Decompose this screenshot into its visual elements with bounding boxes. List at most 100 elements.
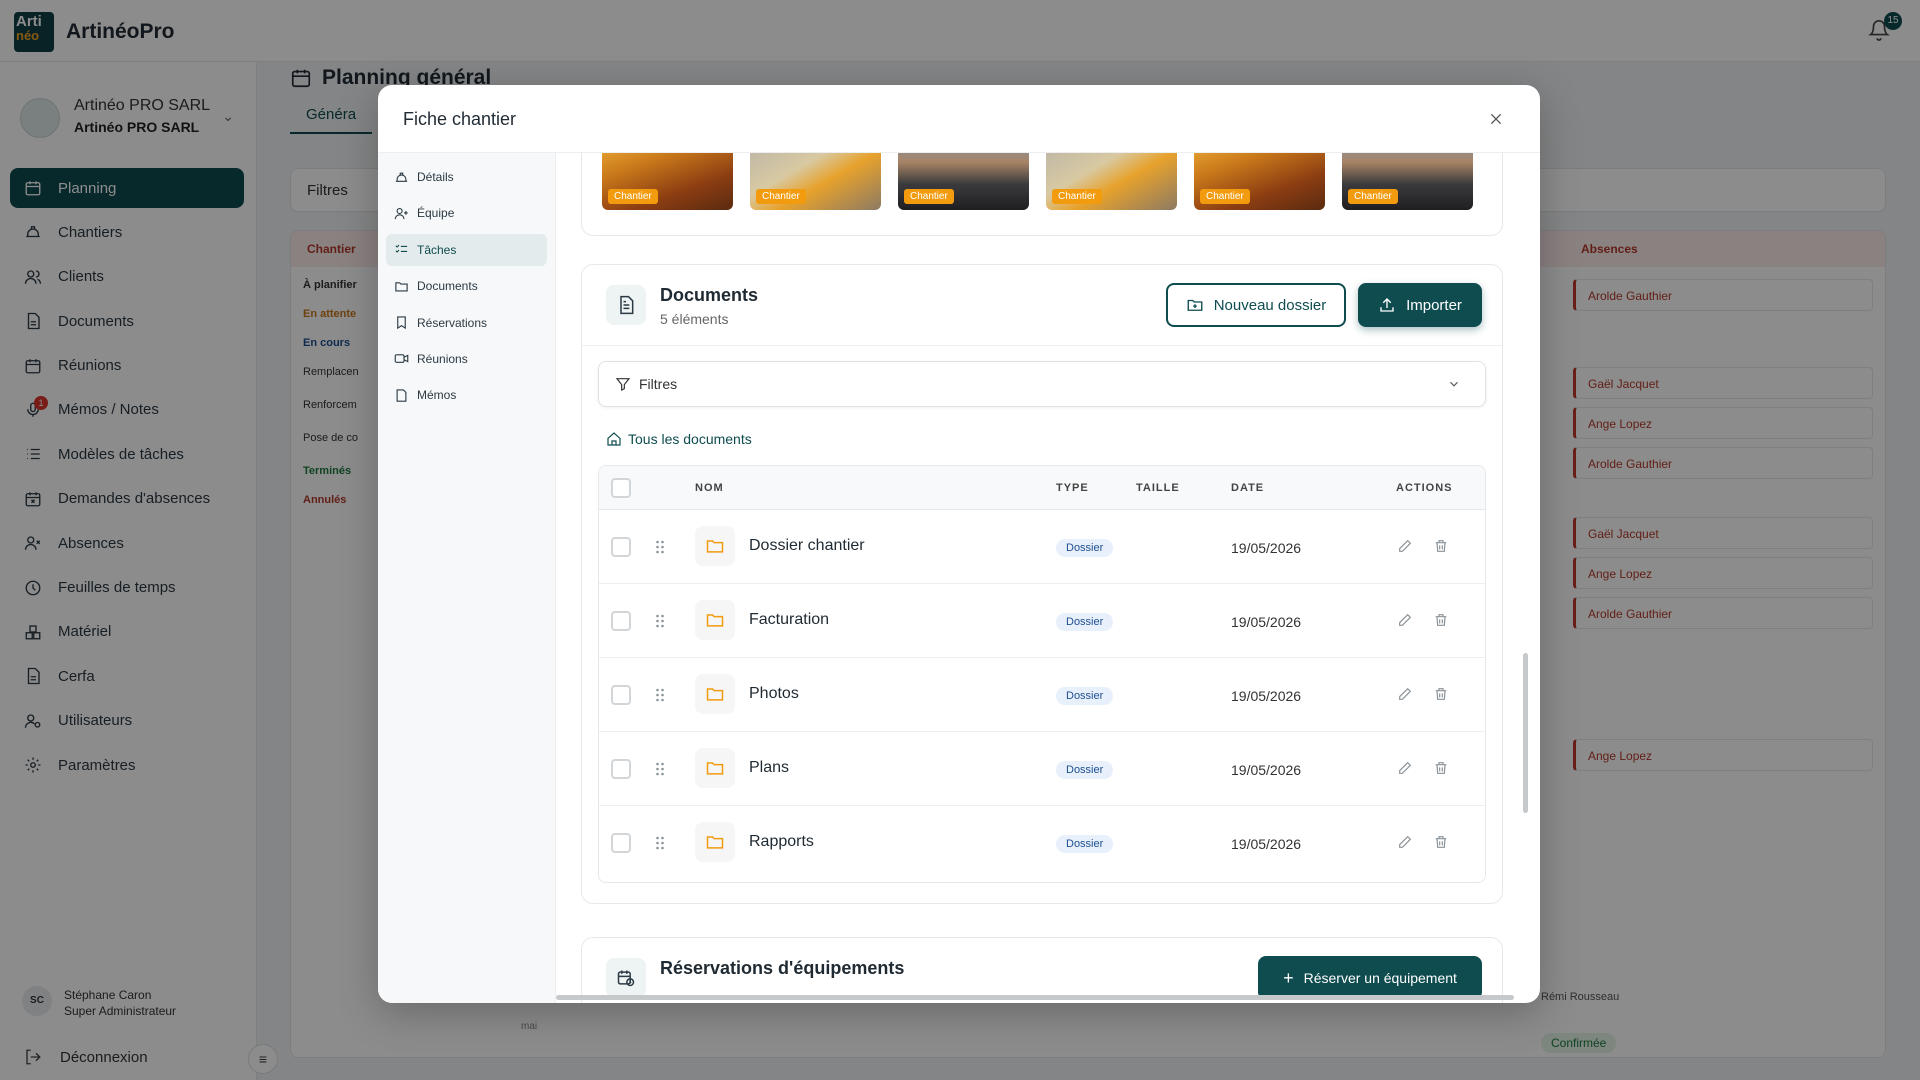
documents-title: Documents bbox=[660, 285, 759, 305]
type-badge: Dossier bbox=[1056, 539, 1114, 557]
modal-tab-memos[interactable]: Mémos bbox=[386, 379, 547, 411]
photo-tag: Chantier bbox=[904, 189, 954, 204]
type-badge: Dossier bbox=[1056, 613, 1114, 631]
modal-nav: Détails Équipe Tâches Documents Réservat… bbox=[378, 153, 556, 1003]
photo-thumbnail[interactable]: Chantier bbox=[602, 153, 733, 210]
user-plus-icon bbox=[394, 207, 408, 220]
modal-tab-documents[interactable]: Documents bbox=[386, 270, 547, 302]
hard-hat-icon bbox=[395, 172, 408, 182]
edit-icon[interactable] bbox=[1397, 612, 1413, 628]
documents-count: 5 éléments bbox=[660, 311, 729, 327]
row-checkbox[interactable] bbox=[611, 685, 631, 705]
edit-icon[interactable] bbox=[1397, 686, 1413, 702]
row-checkbox[interactable] bbox=[611, 759, 631, 779]
documents-filters[interactable]: Filtres bbox=[598, 361, 1486, 407]
photo-thumbnail[interactable]: Chantier bbox=[1342, 153, 1473, 210]
reservations-card: Réservations d'équipements + Réserver un… bbox=[581, 937, 1503, 1003]
home-icon bbox=[607, 432, 621, 446]
column-name[interactable]: NOM bbox=[695, 482, 724, 494]
table-row[interactable]: Dossier chantier Dossier 19/05/2026 bbox=[599, 510, 1485, 584]
row-date: 19/05/2026 bbox=[1231, 762, 1302, 778]
note-icon bbox=[396, 389, 407, 402]
row-name[interactable]: Photos bbox=[749, 685, 799, 703]
new-folder-label: Nouveau dossier bbox=[1213, 296, 1327, 314]
list-checks-icon bbox=[395, 245, 408, 254]
row-date: 19/05/2026 bbox=[1231, 836, 1302, 852]
drag-handle-icon[interactable] bbox=[655, 762, 665, 776]
modal-tab-details[interactable]: Détails bbox=[386, 161, 547, 193]
edit-icon[interactable] bbox=[1397, 538, 1413, 554]
horizontal-scrollbar[interactable] bbox=[556, 995, 1514, 1000]
table-row[interactable]: Rapports Dossier 19/05/2026 bbox=[599, 806, 1485, 880]
calendar-clock-icon bbox=[606, 958, 646, 998]
modal-header: Fiche chantier bbox=[378, 85, 1540, 153]
row-checkbox[interactable] bbox=[611, 611, 631, 631]
column-size[interactable]: TAILLE bbox=[1136, 482, 1180, 494]
drag-handle-icon[interactable] bbox=[655, 614, 665, 628]
filter-icon bbox=[615, 378, 631, 391]
column-type[interactable]: TYPE bbox=[1056, 482, 1089, 494]
table-header: NOM TYPE TAILLE DATE ACTIONS bbox=[599, 466, 1485, 510]
row-name[interactable]: Dossier chantier bbox=[749, 537, 865, 555]
divider bbox=[582, 345, 1502, 346]
photo-thumbnail[interactable]: Chantier bbox=[1194, 153, 1325, 210]
type-badge: Dossier bbox=[1056, 835, 1114, 853]
drag-handle-icon[interactable] bbox=[655, 540, 665, 554]
type-badge: Dossier bbox=[1056, 687, 1114, 705]
vertical-scrollbar[interactable] bbox=[1523, 653, 1528, 813]
modal-title: Fiche chantier bbox=[403, 109, 517, 129]
drag-handle-icon[interactable] bbox=[655, 836, 665, 850]
row-name[interactable]: Rapports bbox=[749, 833, 814, 851]
trash-icon[interactable] bbox=[1433, 686, 1449, 702]
photos-card: Chantier Chantier Chantier Chantier Chan… bbox=[581, 153, 1503, 236]
modal-tab-equipe[interactable]: Équipe bbox=[386, 197, 547, 229]
photo-tag: Chantier bbox=[608, 189, 658, 204]
photo-thumbnail[interactable]: Chantier bbox=[1046, 153, 1177, 210]
column-actions: ACTIONS bbox=[1396, 482, 1453, 494]
folder-icon bbox=[695, 822, 735, 862]
modal-tab-reunions[interactable]: Réunions bbox=[386, 343, 547, 375]
drag-handle-icon[interactable] bbox=[655, 688, 665, 702]
select-all-checkbox[interactable] bbox=[611, 478, 631, 498]
close-icon[interactable] bbox=[1488, 111, 1504, 127]
folder-plus-icon bbox=[1187, 299, 1203, 311]
trash-icon[interactable] bbox=[1433, 834, 1449, 850]
modal-content: Chantier Chantier Chantier Chantier Chan… bbox=[556, 153, 1540, 1003]
filters-label: Filtres bbox=[639, 376, 678, 392]
new-folder-button[interactable]: Nouveau dossier bbox=[1166, 283, 1346, 327]
trash-icon[interactable] bbox=[1433, 612, 1449, 628]
row-date: 19/05/2026 bbox=[1231, 688, 1302, 704]
documents-card: Documents 5 éléments Nouveau dossier Imp… bbox=[581, 264, 1503, 904]
photo-thumbnail[interactable]: Chantier bbox=[898, 153, 1029, 210]
column-date[interactable]: DATE bbox=[1231, 482, 1264, 494]
row-name[interactable]: Plans bbox=[749, 759, 789, 777]
table-row[interactable]: Plans Dossier 19/05/2026 bbox=[599, 732, 1485, 806]
table-row[interactable]: Facturation Dossier 19/05/2026 bbox=[599, 584, 1485, 658]
upload-icon bbox=[1380, 298, 1394, 312]
folder-icon bbox=[695, 674, 735, 714]
plus-icon: + bbox=[1283, 967, 1294, 988]
reserve-equipment-button[interactable]: + Réserver un équipement bbox=[1258, 956, 1482, 1000]
breadcrumb-label: Tous les documents bbox=[628, 431, 752, 447]
table-row[interactable]: Photos Dossier 19/05/2026 bbox=[599, 658, 1485, 732]
import-button[interactable]: Importer bbox=[1358, 283, 1482, 327]
edit-icon[interactable] bbox=[1397, 834, 1413, 850]
documents-table: NOM TYPE TAILLE DATE ACTIONS Dossier cha… bbox=[598, 465, 1486, 883]
row-name[interactable]: Facturation bbox=[749, 611, 829, 629]
modal-tab-reservations[interactable]: Réservations bbox=[386, 307, 547, 339]
photo-tag: Chantier bbox=[756, 189, 806, 204]
row-checkbox[interactable] bbox=[611, 537, 631, 557]
modal-tab-taches[interactable]: Tâches bbox=[386, 233, 547, 266]
modal-tab-label: Équipe bbox=[417, 206, 455, 221]
photo-thumbnail[interactable]: Chantier bbox=[750, 153, 881, 210]
row-checkbox[interactable] bbox=[611, 833, 631, 853]
folder-icon bbox=[695, 526, 735, 566]
breadcrumb[interactable]: Tous les documents bbox=[606, 431, 752, 447]
chevron-down-icon bbox=[1450, 381, 1458, 387]
trash-icon[interactable] bbox=[1433, 760, 1449, 776]
trash-icon[interactable] bbox=[1433, 538, 1449, 554]
folder-icon bbox=[395, 281, 408, 292]
edit-icon[interactable] bbox=[1397, 760, 1413, 776]
modal-tab-label: Réunions bbox=[417, 351, 468, 366]
modal-tab-label: Réservations bbox=[417, 315, 488, 330]
